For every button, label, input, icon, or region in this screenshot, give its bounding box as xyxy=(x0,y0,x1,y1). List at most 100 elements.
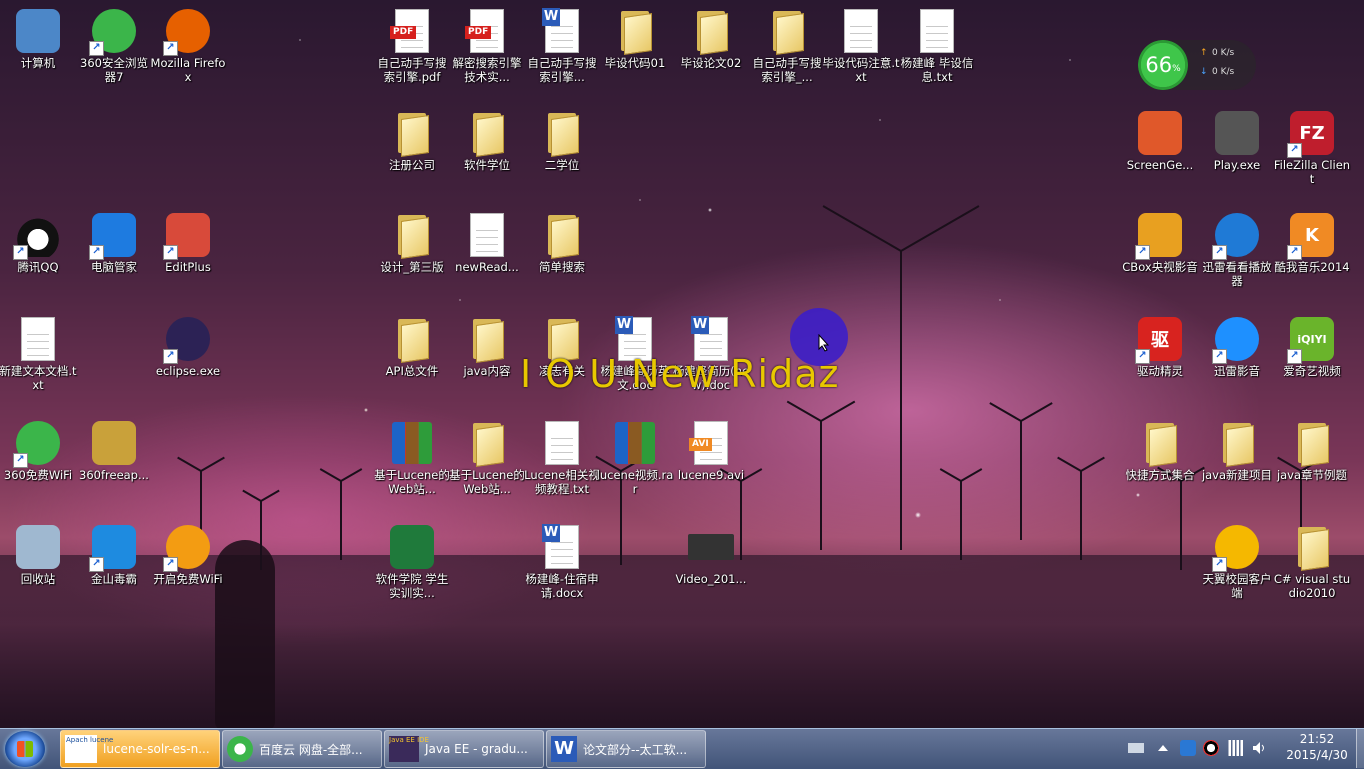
upload-arrow-icon: ↑ xyxy=(1200,48,1208,58)
folder-icon xyxy=(1214,420,1260,467)
desktop-icon[interactable]: 360freeap... xyxy=(76,420,152,482)
desktop-icon[interactable]: 软件学位 xyxy=(449,110,525,172)
desktop-icon[interactable]: PDF 解密搜索引擎技术实... xyxy=(449,8,525,84)
shortcut-arrow-icon: ↗ xyxy=(163,41,178,56)
desktop-icon[interactable]: 快捷方式集合 xyxy=(1122,420,1198,482)
folder-icon xyxy=(612,8,658,55)
shortcut-arrow-icon: ↗ xyxy=(1287,349,1302,364)
desktop-icon[interactable]: 基于Lucene的Web站... xyxy=(449,420,525,496)
desktop-icon[interactable]: ↗ CBox央视影音 xyxy=(1122,212,1198,274)
folder-icon xyxy=(1137,420,1183,467)
desktop-icon[interactable]: lucene视频.rar xyxy=(597,420,673,496)
desktop-icon[interactable]: iQIYI ↗ 爱奇艺视频 xyxy=(1274,316,1350,378)
desktop-icon[interactable]: API总文件 xyxy=(374,316,450,378)
desktop-icon[interactable]: java内容 xyxy=(449,316,525,378)
taskbar-button-lucene[interactable]: Apach lucene lucene-solr-es-n... xyxy=(60,730,220,768)
iqiyi-icon: iQIYI ↗ xyxy=(1287,316,1335,364)
desktop-icon[interactable]: 二学位 xyxy=(524,110,600,172)
turbine-blade xyxy=(740,481,742,505)
desktop-icon[interactable]: W 杨建峰-住宿申请.docx xyxy=(524,524,600,600)
folder-icon xyxy=(464,420,510,467)
cbox-icon: ↗ xyxy=(1135,212,1183,260)
desktop-icon[interactable]: ↗ EditPlus xyxy=(150,212,226,274)
desktop-icon[interactable]: 软件学院 学生实训实... xyxy=(374,524,450,600)
desktop-icon[interactable]: 毕设代码01 xyxy=(597,8,673,70)
turbine-blade xyxy=(1180,481,1182,508)
desktop-icon[interactable]: ↗ 开启免费WiFi xyxy=(150,524,226,586)
desktop-icon[interactable]: ↗ Mozilla Firefox xyxy=(150,8,226,84)
shortcut-arrow-icon: ↗ xyxy=(89,245,104,260)
360-browser-icon xyxy=(227,736,253,762)
desktop-icon[interactable]: ↗ 360免费WiFi xyxy=(0,420,76,482)
desktop-icon[interactable]: 毕设代码注意.txt xyxy=(822,8,900,84)
start-button[interactable] xyxy=(5,731,45,767)
show-hidden-icons-icon[interactable] xyxy=(1158,745,1168,751)
network-monitor-widget[interactable]: 66% ↑ 0 K/s ↓ 0 K/s xyxy=(1138,40,1256,90)
qq-tray-icon[interactable] xyxy=(1203,740,1219,756)
desktop-icon[interactable]: ↗ eclipse.exe xyxy=(150,316,226,378)
desktop-icon-label: 毕设论文02 xyxy=(680,56,742,70)
desktop-icon[interactable]: 回收站 xyxy=(0,524,76,586)
gauge-unit: % xyxy=(1172,63,1181,74)
desktop-icon[interactable]: java新建项目 xyxy=(1199,420,1275,482)
text-file-icon xyxy=(539,420,585,466)
taskbar-button-label: lucene-solr-es-n... xyxy=(103,742,210,756)
folder-icon xyxy=(389,316,435,363)
desktop-icon[interactable]: 杨建峰 毕设信息.txt xyxy=(899,8,975,84)
desktop-icon[interactable]: PDF 自己动手写搜索引擎.pdf xyxy=(374,8,450,84)
desktop-icon[interactable]: Play.exe xyxy=(1199,110,1275,172)
desktop-icon-label: java新建项目 xyxy=(1201,468,1273,482)
desktop-icon[interactable]: K ↗ 酷我音乐2014 xyxy=(1274,212,1350,274)
desktop-icon-label: 金山毒霸 xyxy=(91,572,137,586)
desktop-icon[interactable]: AVI lucene9.avi xyxy=(673,420,749,482)
desktop-icon[interactable]: java章节例题 xyxy=(1274,420,1350,482)
keyboard-icon[interactable] xyxy=(1128,743,1144,753)
recycle-bin-icon xyxy=(15,524,61,570)
package-icon xyxy=(91,420,137,466)
desktop-icon[interactable]: 自己动手写搜索引擎_... xyxy=(749,8,825,84)
desktop-icon-label: lucene视频.rar xyxy=(596,468,674,496)
shortcut-arrow-icon: ↗ xyxy=(1212,245,1227,260)
show-desktop-button[interactable] xyxy=(1356,729,1364,768)
desktop-icon[interactable]: 新建文本文档.txt xyxy=(0,316,77,392)
desktop-icon[interactable]: 简单搜索 xyxy=(524,212,600,274)
desktop-icon[interactable]: 计算机 xyxy=(0,8,76,70)
desktop-icon-label: 360freeap... xyxy=(79,468,149,482)
desktop-icon[interactable]: ↗ 迅雷影音 xyxy=(1199,316,1275,378)
wifi-orange-icon: ↗ xyxy=(163,524,211,572)
desktop-icon[interactable]: ↗ 金山毒霸 xyxy=(76,524,152,586)
desktop-icon[interactable]: ↗ 360安全浏览器7 xyxy=(76,8,152,84)
desktop-icon-label: 驱动精灵 xyxy=(1137,364,1183,378)
filezilla-icon: FZ ↗ xyxy=(1287,110,1335,158)
desktop-icon[interactable]: ScreenGe... xyxy=(1122,110,1198,172)
desktop-icon-label: 开启免费WiFi xyxy=(153,572,223,586)
taskbar-button-label: 百度云 网盘-全部... xyxy=(259,742,363,757)
taskbar-button-word[interactable]: W 论文部分--太工软... xyxy=(546,730,706,768)
taskbar-button-baidu-yun[interactable]: 百度云 网盘-全部... xyxy=(222,730,382,768)
desktop-icon[interactable]: 基于Lucene的Web站... xyxy=(374,420,450,496)
desktop-icon[interactable]: Video_201... xyxy=(673,524,749,586)
desktop-icon[interactable]: 注册公司 xyxy=(374,110,450,172)
security-tray-icon[interactable] xyxy=(1180,740,1196,756)
desktop-icon[interactable]: ↗ 电脑管家 xyxy=(76,212,152,274)
desktop-icon[interactable]: 设计_第三版 xyxy=(374,212,450,274)
volume-icon[interactable] xyxy=(1251,740,1267,756)
desktop-icon[interactable]: ↗ 腾讯QQ xyxy=(0,212,76,274)
text-file-icon xyxy=(15,316,61,362)
desktop-icon[interactable]: FZ ↗ FileZilla Client xyxy=(1274,110,1350,186)
desktop-icon[interactable]: W 自己动手写搜索引擎... xyxy=(524,8,600,84)
desktop-icon[interactable]: Lucene相关视频教程.txt xyxy=(524,420,600,496)
network-signal-icon[interactable] xyxy=(1227,740,1243,756)
desktop-icon[interactable]: newRead... xyxy=(449,212,525,274)
shortcut-arrow-icon: ↗ xyxy=(89,41,104,56)
taskbar-button-eclipse[interactable]: Java EE IDE Java EE - gradu... xyxy=(384,730,544,768)
desktop-icon[interactable]: 毕设论文02 xyxy=(673,8,749,70)
desktop-icon-label: 腾讯QQ xyxy=(17,260,59,274)
desktop-icon[interactable]: ↗ 天翼校园客户端 xyxy=(1199,524,1275,600)
desktop-icon-label: EditPlus xyxy=(165,260,211,274)
desktop-icon[interactable]: ↗ 迅雷看看播放器 xyxy=(1199,212,1275,288)
desktop-icon[interactable]: C# visual studio2010 xyxy=(1274,524,1350,600)
desktop-icon-label: 计算机 xyxy=(20,56,56,70)
system-clock[interactable]: 21:52 2015/4/30 xyxy=(1280,731,1354,763)
desktop-icon[interactable]: 驱 ↗ 驱动精灵 xyxy=(1122,316,1198,378)
